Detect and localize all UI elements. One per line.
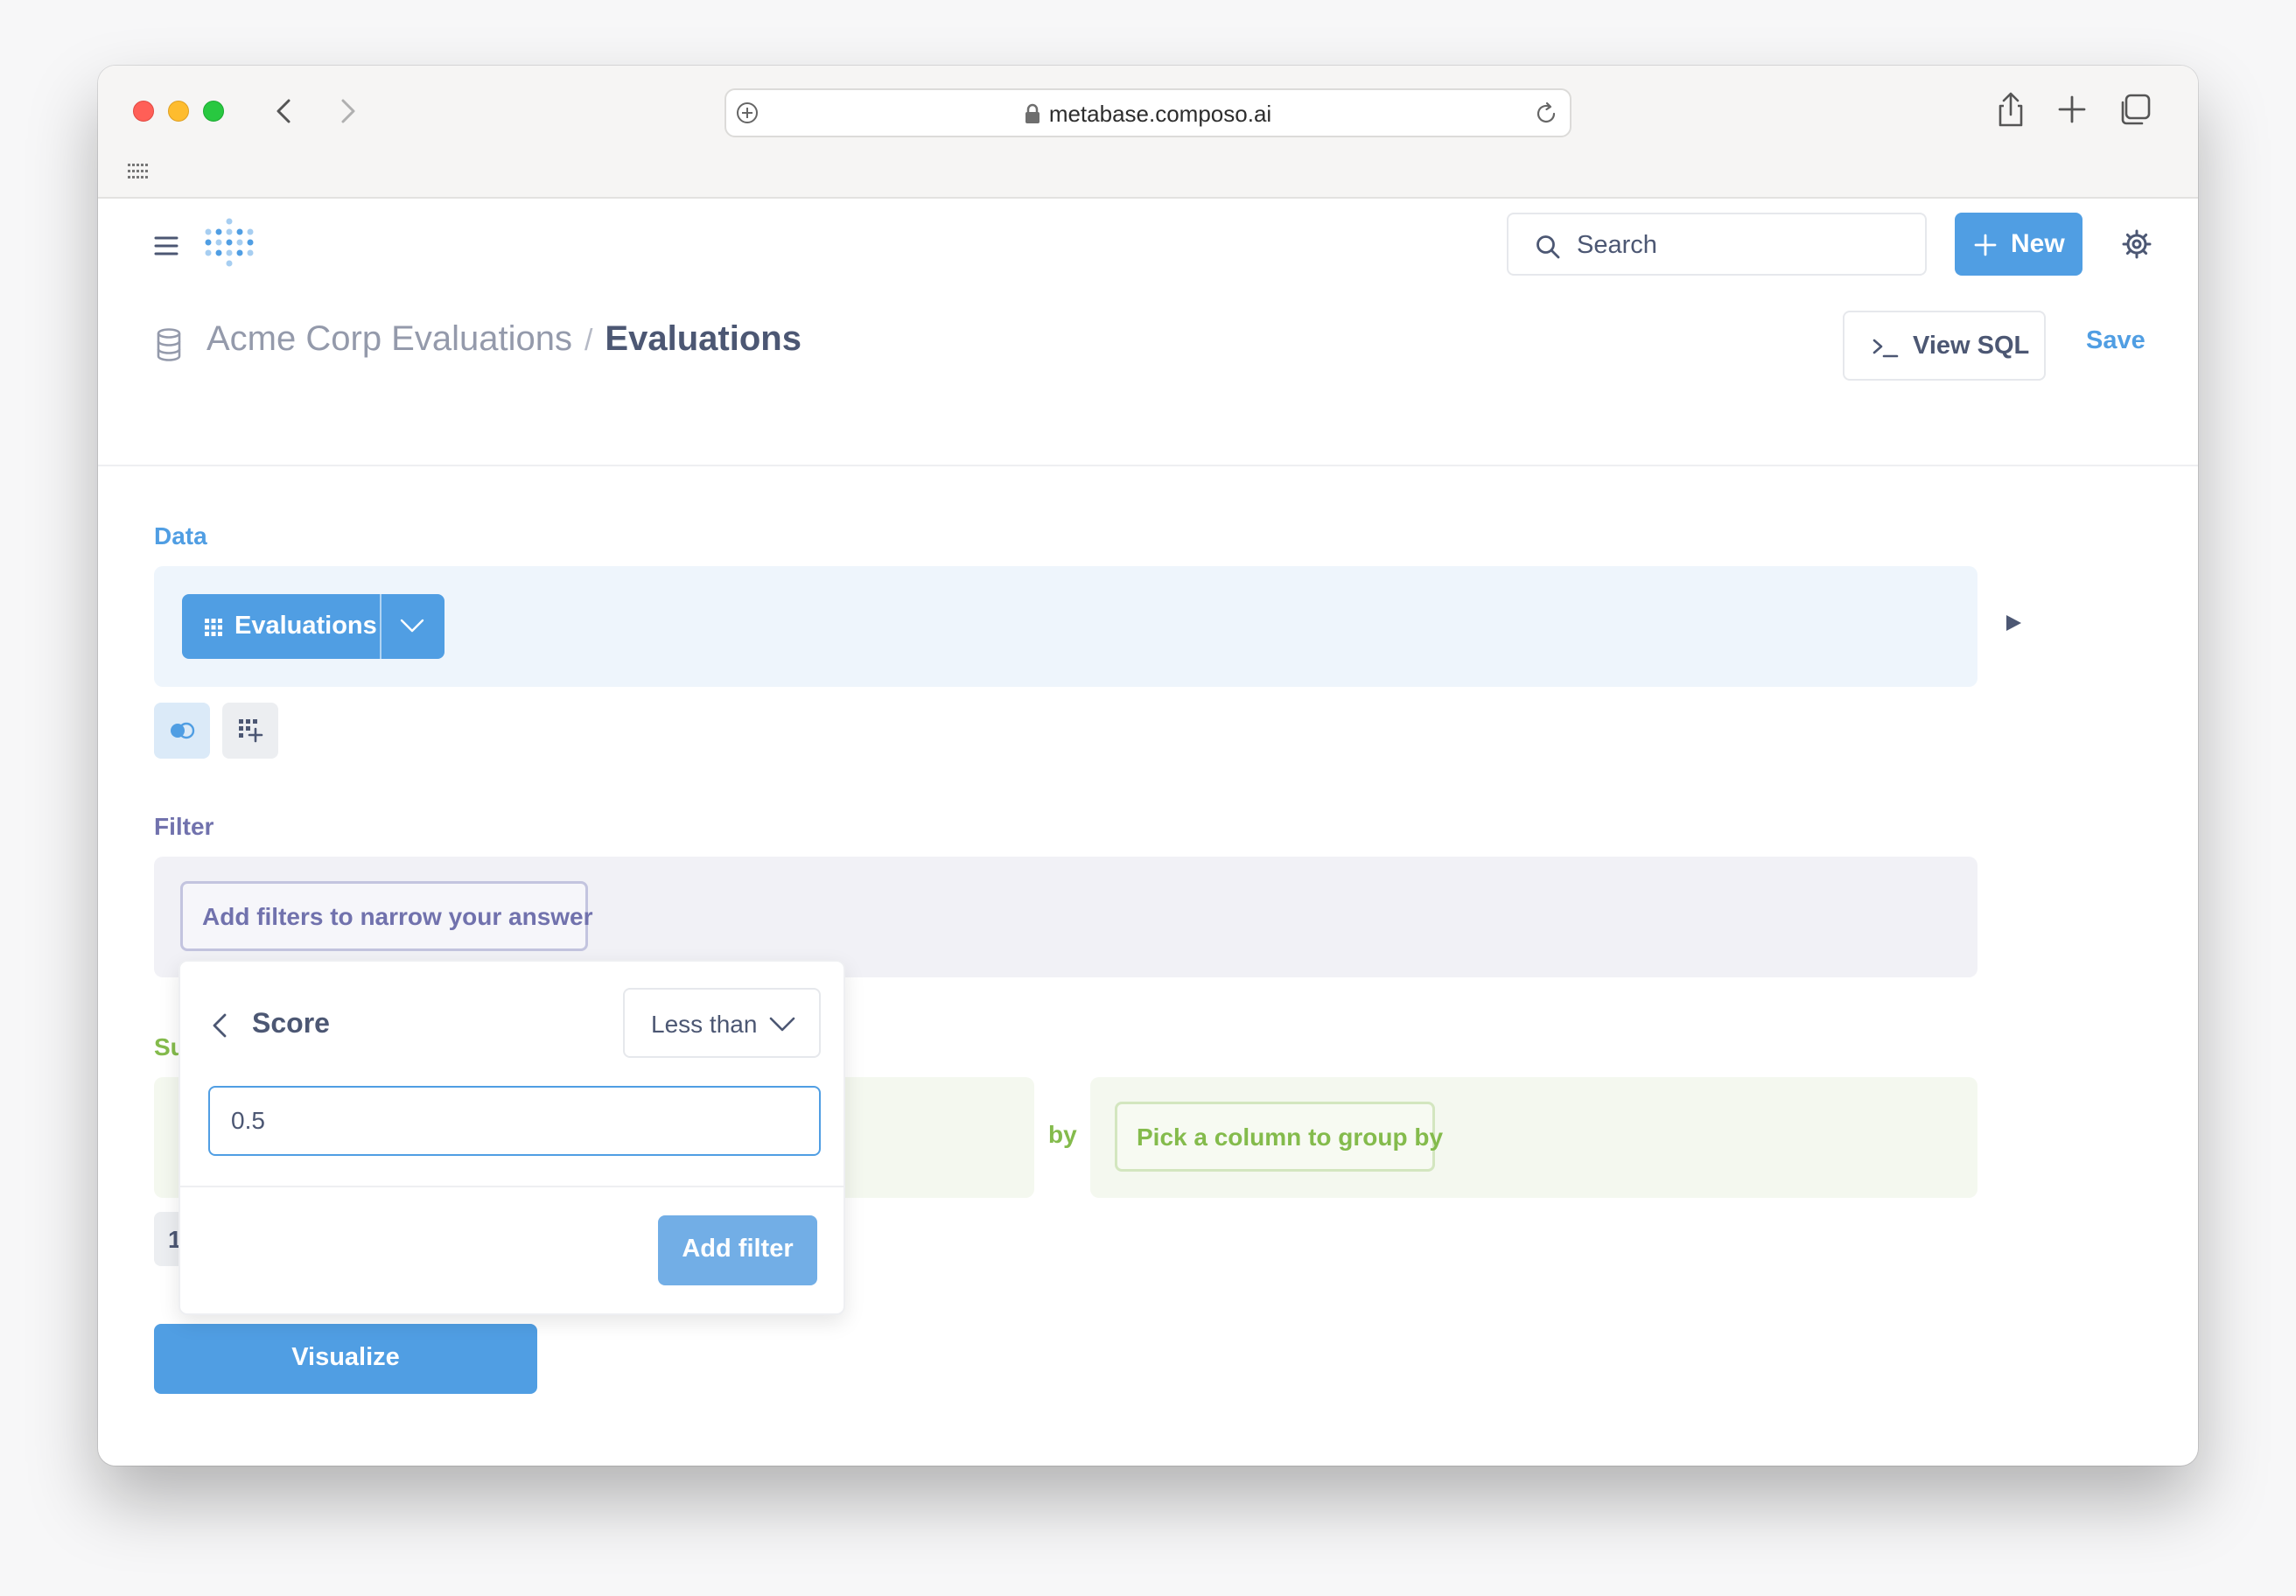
zoom-window-button[interactable] (203, 101, 224, 122)
pill-divider (380, 594, 382, 659)
join-icon (171, 722, 195, 739)
pick-group-by-label: Pick a column to group by (1137, 1124, 1444, 1151)
browser-window: metabase.composo.ai Search New Acme Corp… (98, 66, 2198, 1466)
visualize-label: Visualize (291, 1343, 400, 1371)
by-label: by (1048, 1121, 1077, 1148)
operator-selected-value: Less than (651, 1011, 758, 1038)
chevron-left-icon[interactable] (212, 1012, 228, 1039)
search-input[interactable]: Search (1507, 213, 1927, 276)
add-filters-label: Add filters to narrow your answer (202, 903, 593, 930)
view-sql-label: View SQL (1913, 332, 2030, 360)
preview-play-icon[interactable] (2004, 613, 2023, 633)
new-tab-icon[interactable] (2056, 94, 2088, 125)
join-data-button[interactable] (154, 703, 210, 759)
add-filter-label: Add filter (682, 1235, 794, 1263)
filter-popover: Score Less than Add filter (178, 960, 845, 1315)
filter-value-input[interactable] (208, 1086, 821, 1156)
metabase-logo-icon[interactable] (205, 218, 254, 270)
table-grid-icon (205, 619, 222, 636)
chevron-down-icon (769, 1017, 795, 1032)
plus-icon (1974, 234, 1997, 256)
terminal-icon (1872, 339, 1899, 358)
operator-select[interactable]: Less than (623, 988, 821, 1058)
add-filters-button[interactable]: Add filters to narrow your answer (180, 881, 593, 951)
search-label: Search (1577, 231, 1657, 259)
data-table-label: Evaluations (234, 612, 377, 640)
view-sql-button[interactable]: View SQL (1843, 311, 2046, 381)
chevron-down-icon[interactable] (399, 617, 425, 634)
query-editor: Data Evaluations Filter Add filters to n… (98, 468, 2198, 1466)
app-header: Search New Acme Corp Evaluations / Evaluat… (98, 199, 2198, 466)
url-text: metabase.composo.ai (1048, 101, 1272, 127)
new-button-label: New (2011, 229, 2065, 258)
forward-arrow-icon[interactable] (331, 95, 362, 127)
hamburger-menu-icon[interactable] (154, 235, 178, 256)
apps-grid-icon[interactable] (128, 164, 149, 179)
database-icon (157, 328, 181, 361)
breadcrumb: Acme Corp Evaluations / Evaluations (206, 319, 802, 359)
data-table-picker[interactable]: Evaluations (182, 594, 444, 659)
add-filter-button[interactable]: Add filter (658, 1215, 817, 1285)
gear-icon[interactable] (2121, 228, 2152, 260)
visualize-button[interactable]: Visualize (154, 1324, 537, 1394)
data-section-label: Data (154, 522, 207, 550)
breadcrumb-table[interactable]: Evaluations (605, 319, 802, 358)
address-bar[interactable]: metabase.composo.ai (724, 88, 1572, 137)
popover-divider (180, 1186, 844, 1187)
share-icon[interactable] (1993, 90, 2028, 129)
search-icon (1536, 235, 1560, 259)
pick-group-by-button[interactable]: Pick a column to group by (1115, 1102, 1443, 1172)
custom-column-button[interactable] (222, 703, 278, 759)
new-button[interactable]: New (1955, 213, 2082, 276)
close-window-button[interactable] (133, 101, 154, 122)
minimize-window-button[interactable] (168, 101, 189, 122)
filter-column-name[interactable]: Score (252, 1007, 330, 1040)
add-column-icon (239, 719, 263, 743)
back-arrow-icon[interactable] (270, 95, 301, 127)
data-step-panel: Evaluations (154, 566, 1978, 687)
breadcrumb-separator: / (584, 324, 593, 357)
tab-overview-icon[interactable] (2118, 92, 2152, 127)
browser-titlebar: metabase.composo.ai (98, 66, 2198, 199)
reload-icon[interactable] (1533, 101, 1559, 127)
lock-icon (1025, 103, 1040, 123)
breadcrumb-database[interactable]: Acme Corp Evaluations (206, 319, 572, 358)
filter-section-label: Filter (154, 813, 214, 840)
group-by-panel: Pick a column to group by (1090, 1077, 1978, 1198)
save-button[interactable]: Save (2086, 326, 2146, 355)
